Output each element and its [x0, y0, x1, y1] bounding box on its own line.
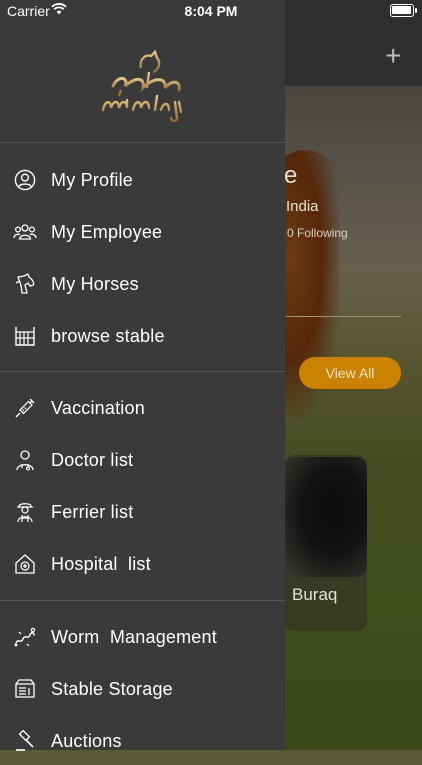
drawer-divider — [0, 142, 285, 143]
horse-head-icon — [13, 272, 37, 296]
menu-item-my-horses[interactable]: My Horses — [0, 260, 285, 308]
background-card-name: Buraq — [292, 585, 338, 604]
doctor-icon — [13, 448, 37, 472]
stable-fence-icon — [13, 324, 37, 348]
menu-item-label: Worm Management — [51, 626, 217, 647]
drawer-divider — [0, 600, 285, 601]
menu-item-label: Ferrier list — [51, 501, 134, 522]
menu-item-label: browse stable — [51, 325, 165, 346]
menu-item-ferrier-list[interactable]: Ferrier list — [0, 488, 285, 536]
status-time: 8:04 PM — [184, 3, 238, 19]
user-circle-icon — [13, 168, 37, 192]
menu-item-hospital-list[interactable]: Hospital list — [0, 540, 285, 588]
menu-item-label: Stable Storage — [51, 678, 173, 699]
drawer-divider — [0, 371, 285, 372]
menu-item-auctions[interactable]: Auctions — [0, 717, 285, 765]
app-logo — [0, 28, 285, 142]
navigation-drawer: My Profile My Employee My Horses browse … — [0, 0, 285, 751]
syringe-icon — [13, 396, 37, 420]
battery-icon — [390, 4, 417, 17]
menu-item-my-profile[interactable]: My Profile — [0, 156, 285, 204]
employees-icon — [13, 220, 37, 244]
menu-item-label: Doctor list — [51, 449, 134, 470]
menu-item-label: My Profile — [51, 169, 134, 190]
farrier-icon — [13, 500, 37, 524]
background-divider — [286, 316, 401, 317]
view-all-button[interactable]: View All — [299, 357, 401, 389]
menu-item-label: My Employee — [51, 221, 163, 242]
menu-item-label: Hospital list — [51, 553, 151, 574]
background-title: e — [284, 162, 298, 189]
gavel-icon — [13, 729, 37, 753]
menu-item-vaccination[interactable]: Vaccination — [0, 384, 285, 432]
menu-item-label: Auctions — [51, 730, 122, 751]
menu-item-label: Vaccination — [51, 397, 145, 418]
add-icon[interactable]: + — [385, 40, 401, 72]
menu-item-label: My Horses — [51, 273, 139, 294]
status-bar: Carrier 8:04 PM — [0, 0, 422, 22]
background-location: India — [286, 198, 319, 215]
background-following-count: 0 Following — [287, 226, 348, 240]
menu-item-my-employee[interactable]: My Employee — [0, 208, 285, 256]
hospital-icon — [13, 552, 37, 576]
worm-icon — [13, 625, 37, 649]
menu-item-stable-storage[interactable]: Stable Storage — [0, 665, 285, 713]
menu-item-doctor-list[interactable]: Doctor list — [0, 436, 285, 484]
menu-item-browse-stable[interactable]: browse stable — [0, 312, 285, 360]
menu-item-worm-management[interactable]: Worm Management — [0, 613, 285, 661]
storage-icon — [13, 677, 37, 701]
